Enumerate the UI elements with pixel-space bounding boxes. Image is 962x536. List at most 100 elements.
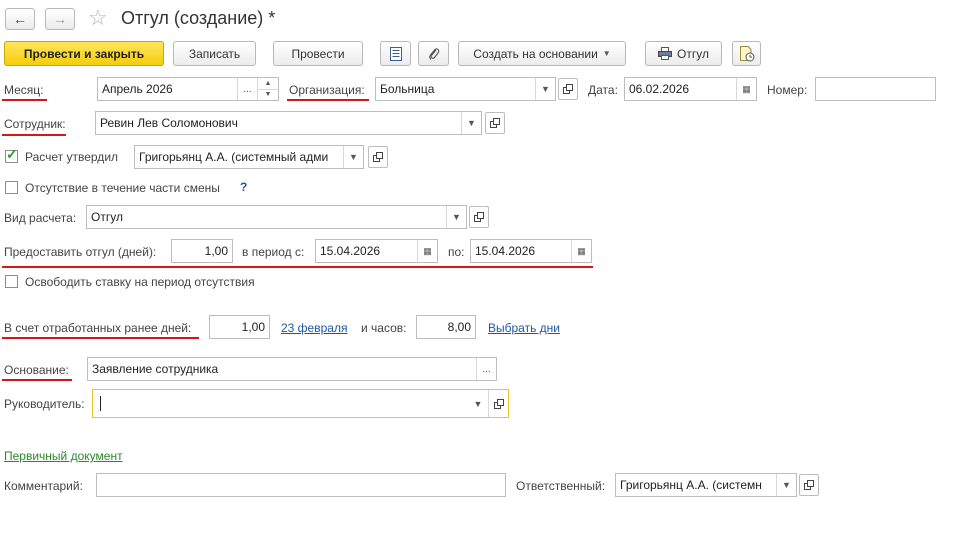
release-rate-label: Освободить ставку на период отсутствия (25, 275, 255, 289)
primary-document-link[interactable]: Первичный документ (4, 449, 123, 463)
basis-value: Заявление сотрудника (92, 362, 219, 376)
calendar-icon[interactable]: ▦ (417, 240, 437, 262)
required-underline (287, 99, 369, 101)
print-button[interactable]: Отгул (645, 41, 722, 66)
hours-value: 8,00 (447, 320, 471, 334)
step-down-icon[interactable]: ▼ (258, 90, 278, 101)
report-settings-button[interactable] (732, 41, 761, 66)
select-days-link[interactable]: Выбрать дни (488, 321, 560, 335)
calc-type-value: Отгул (91, 210, 123, 224)
create-based-on-button[interactable]: Создать на основании ▼ (458, 41, 626, 66)
dropdown-arrow-icon[interactable]: ▼ (468, 390, 488, 417)
open-employee-button[interactable] (485, 112, 505, 134)
period-to-field[interactable]: 15.04.2026 ▦ (470, 239, 592, 263)
forward-button[interactable]: → (45, 8, 75, 30)
partial-shift-checkbox[interactable] (5, 181, 18, 194)
organization-field[interactable]: Больница ▼ (375, 77, 556, 101)
partial-shift-label: Отсутствие в течение части смены (25, 181, 220, 195)
dropdown-arrow-icon[interactable]: ▼ (461, 112, 481, 134)
days-field[interactable]: 1,00 (171, 239, 233, 263)
responsible-field[interactable]: Григорьянц А.А. (системн ▼ (615, 473, 797, 497)
period-from-label: в период с: (242, 245, 305, 259)
worked-days-value: 1,00 (241, 320, 265, 334)
help-icon[interactable]: ? (240, 180, 247, 194)
period-from-value: 15.04.2026 (320, 244, 381, 258)
hours-label: и часов: (361, 321, 407, 335)
dropdown-arrow-icon: ▼ (602, 49, 611, 58)
basis-label: Основание: (4, 363, 69, 377)
month-stepper[interactable]: ▲ ▼ (257, 78, 278, 100)
manager-label: Руководитель: (4, 397, 85, 411)
arrow-left-icon: ← (13, 11, 27, 27)
required-underline (2, 266, 593, 268)
check-icon: ✓ (6, 146, 18, 162)
hours-field[interactable]: 8,00 (416, 315, 476, 339)
required-underline (2, 99, 47, 101)
month-value: Апрель 2026 (102, 82, 173, 96)
month-field[interactable]: Апрель 2026 ... ▲ ▼ (97, 77, 279, 101)
worked-date-link[interactable]: 23 февраля (281, 321, 347, 335)
worked-days-label: В счет отработанных ранее дней: (4, 321, 192, 335)
window-title: Отгул (создание) * (121, 8, 276, 28)
approved-label: Расчет утвердил (25, 150, 119, 164)
period-from-field[interactable]: 15.04.2026 ▦ (315, 239, 438, 263)
employee-value: Ревин Лев Соломонович (100, 116, 238, 130)
employee-label: Сотрудник: (4, 117, 66, 131)
responsible-label: Ответственный: (516, 479, 606, 493)
paperclip-icon (428, 48, 439, 60)
open-organization-button[interactable] (558, 78, 578, 100)
open-calc-type-button[interactable] (469, 206, 489, 228)
calendar-icon[interactable]: ▦ (736, 78, 756, 100)
days-value: 1,00 (204, 244, 228, 258)
calendar-icon[interactable]: ▦ (571, 240, 591, 262)
document-clock-icon (739, 45, 754, 61)
list-document-icon (389, 46, 402, 61)
printer-icon (658, 47, 673, 60)
select-button[interactable]: ... (237, 78, 257, 100)
comment-field[interactable] (96, 473, 506, 497)
save-button[interactable]: Записать (173, 41, 256, 66)
basis-field[interactable]: Заявление сотрудника ... (87, 357, 497, 381)
approved-by-field[interactable]: Григорьянц А.А. (системный адми ▼ (134, 145, 364, 169)
calc-type-field[interactable]: Отгул ▼ (86, 205, 467, 229)
date-label: Дата: (588, 83, 618, 97)
open-link-icon (804, 480, 814, 490)
open-link-icon (373, 152, 383, 162)
post-and-close-button[interactable]: Провести и закрыть (4, 41, 164, 66)
required-underline (2, 134, 66, 136)
open-link-icon (474, 212, 484, 222)
required-underline (2, 379, 72, 381)
dropdown-arrow-icon[interactable]: ▼ (343, 146, 363, 168)
approved-checkbox[interactable]: ✓ (5, 146, 18, 163)
attach-files-button[interactable] (418, 41, 449, 66)
release-rate-checkbox[interactable] (5, 275, 18, 288)
date-value: 06.02.2026 (629, 82, 690, 96)
date-field[interactable]: 06.02.2026 ▦ (624, 77, 757, 101)
comment-label: Комментарий: (4, 479, 83, 493)
step-up-icon[interactable]: ▲ (258, 78, 278, 90)
post-button[interactable]: Провести (273, 41, 363, 66)
worked-days-field[interactable]: 1,00 (209, 315, 270, 339)
favorite-star-icon[interactable]: ☆ (88, 5, 108, 31)
open-link-icon (563, 84, 573, 94)
open-responsible-button[interactable] (799, 474, 819, 496)
calc-type-label: Вид расчета: (4, 211, 77, 225)
days-label: Предоставить отгул (дней): (4, 245, 157, 259)
employee-field[interactable]: Ревин Лев Соломонович ▼ (95, 111, 482, 135)
select-button[interactable]: ... (476, 358, 496, 380)
approved-by-value: Григорьянц А.А. (системный адми (139, 150, 329, 164)
manager-field[interactable]: ▼ (92, 389, 509, 418)
dropdown-arrow-icon[interactable]: ▼ (446, 206, 466, 228)
dropdown-arrow-icon[interactable]: ▼ (776, 474, 796, 496)
organization-label: Организация: (289, 83, 365, 97)
back-button[interactable]: ← (5, 8, 35, 30)
required-underline (2, 337, 199, 339)
number-field[interactable] (815, 77, 936, 101)
period-to-value: 15.04.2026 (475, 244, 536, 258)
open-approved-by-button[interactable] (368, 146, 388, 168)
open-link-icon[interactable] (488, 390, 508, 417)
document-list-button[interactable] (380, 41, 411, 66)
print-label: Отгул (677, 46, 709, 61)
responsible-value: Григорьянц А.А. (системн (620, 478, 762, 492)
dropdown-arrow-icon[interactable]: ▼ (535, 78, 555, 100)
